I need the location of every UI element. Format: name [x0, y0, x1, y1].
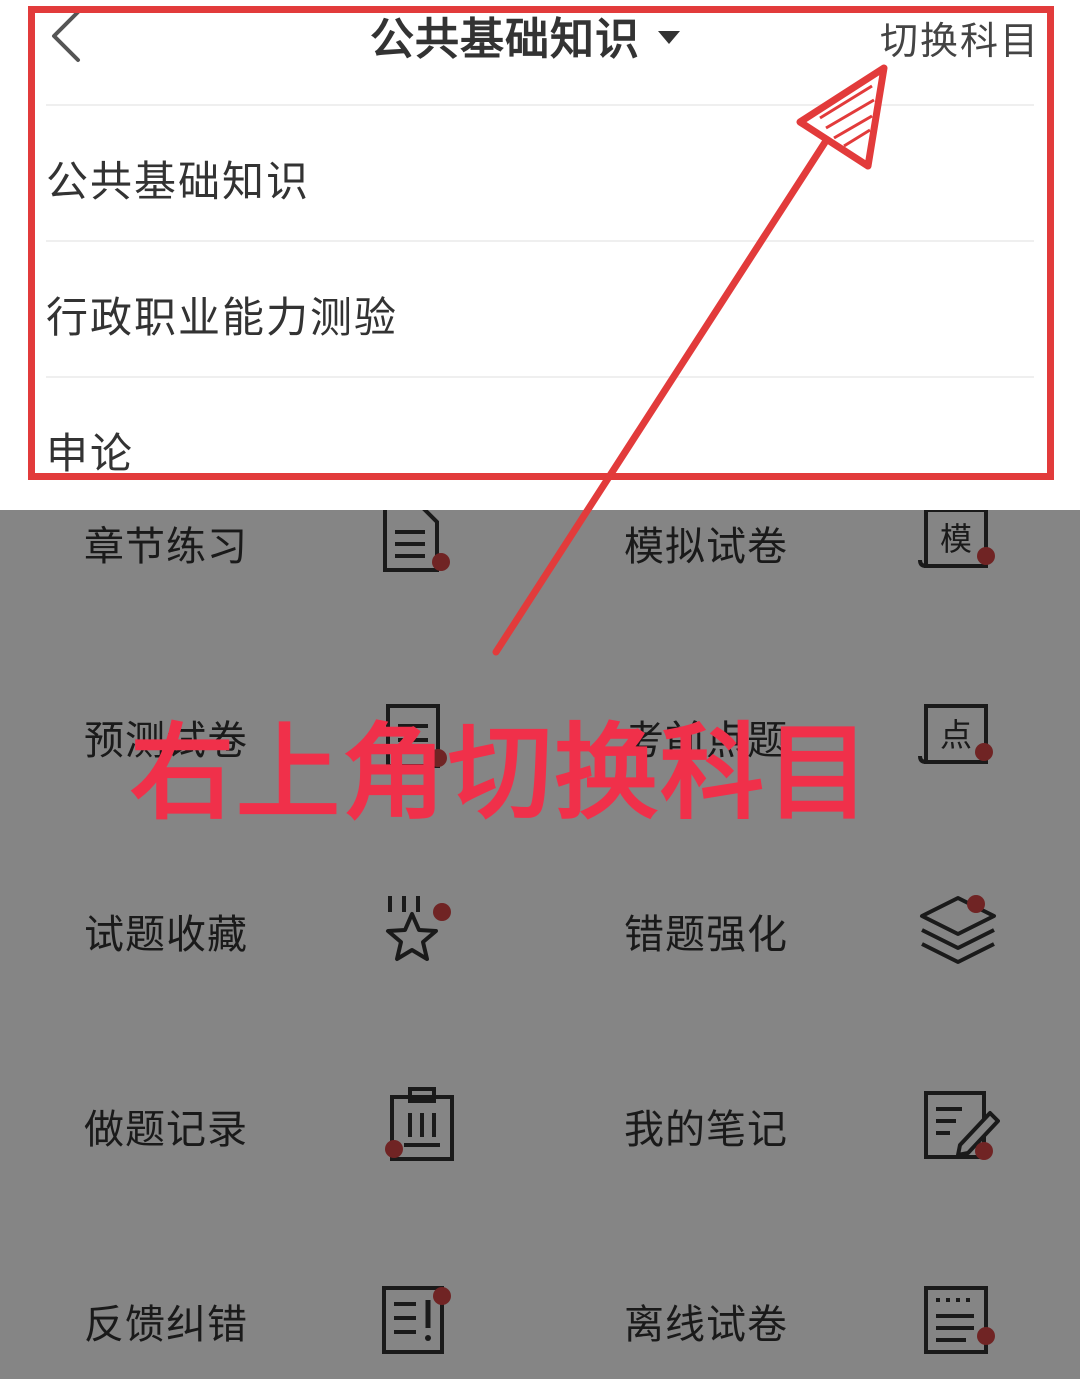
- star-icon: [386, 896, 451, 961]
- tile-favorites[interactable]: 试题收藏: [0, 890, 540, 970]
- tile-mock-exam[interactable]: 模拟试卷 模: [540, 510, 1080, 570]
- tile-feedback[interactable]: 反馈纠错: [0, 1280, 540, 1360]
- tile-label: 章节练习: [84, 524, 248, 570]
- tile-my-notes[interactable]: 我的笔记: [540, 1085, 1080, 1165]
- annotation-highlight-box: [28, 6, 1054, 480]
- note-edit-icon: [924, 1091, 1000, 1160]
- tile-label: 我的笔记: [624, 1107, 788, 1153]
- document-icon: [383, 510, 450, 572]
- tile-practice-history[interactable]: 做题记录: [0, 1085, 540, 1165]
- tile-label: 做题记录: [84, 1107, 248, 1153]
- tile-offline-papers[interactable]: 离线试卷: [540, 1280, 1080, 1360]
- feedback-icon: [382, 1286, 451, 1354]
- offline-paper-icon: [924, 1286, 995, 1354]
- svg-text:点: 点: [940, 716, 972, 754]
- tile-mistake-review[interactable]: 错题强化: [540, 890, 1080, 970]
- tile-label: 错题强化: [624, 912, 788, 958]
- tile-chapter-practice[interactable]: 章节练习: [0, 510, 540, 572]
- tile-label: 模拟试卷: [624, 524, 788, 570]
- tile-label: 反馈纠错: [84, 1302, 248, 1348]
- feature-grid: 章节练习 模拟试卷 模 预测试卷 考前点题 点 试题收藏 错题强化 做题记录 我…: [0, 510, 1080, 1379]
- key-point-icon: 点: [918, 704, 993, 764]
- tile-label: 离线试卷: [624, 1302, 788, 1348]
- mock-exam-icon: 模: [918, 510, 995, 568]
- tile-label: 试题收藏: [84, 912, 248, 958]
- clipboard-icon: [385, 1087, 454, 1161]
- annotation-caption: 右上角切换科目: [130, 712, 873, 834]
- layers-icon: [920, 895, 996, 964]
- svg-text:模: 模: [940, 520, 972, 558]
